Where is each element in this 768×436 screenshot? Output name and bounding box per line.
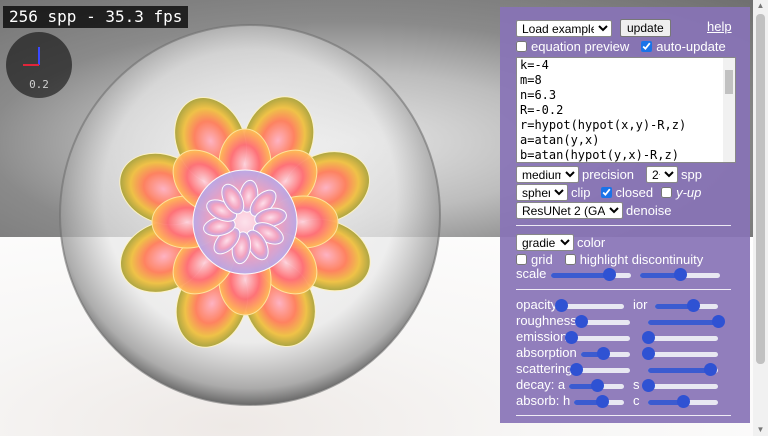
color-select[interactable]: gradient <box>516 234 574 251</box>
code-line: m=8 <box>520 73 542 87</box>
spp-label: spp <box>681 167 702 182</box>
highlight-discontinuity-checkbox[interactable] <box>564 254 576 265</box>
slider-secondary[interactable] <box>642 347 718 361</box>
code-line: R=-0.2 <box>520 103 564 117</box>
slider-secondary[interactable] <box>641 379 718 393</box>
editor-scrollbar[interactable] <box>723 58 735 162</box>
rendered-glass-sphere <box>59 24 441 406</box>
slider-secondary[interactable] <box>648 315 725 329</box>
control-panel: Load example... update help equation pre… <box>500 7 750 423</box>
slider-absorption[interactable] <box>580 347 630 361</box>
slider-secondary[interactable] <box>647 395 718 409</box>
slider-label: emission <box>516 329 568 344</box>
color-label: color <box>577 235 606 250</box>
slider-label: scattering <box>516 361 573 376</box>
gizmo-value: 0.2 <box>29 78 49 91</box>
slider-label: roughness <box>516 313 577 328</box>
scale-label: scale <box>516 266 547 281</box>
y-up-label: y-up <box>676 185 702 200</box>
scrollbar-thumb[interactable] <box>756 14 765 364</box>
closed-checkbox[interactable] <box>600 187 612 198</box>
page-scrollbar[interactable]: ▲ ▼ <box>753 0 768 436</box>
equation-editor[interactable]: k=-4 m=8 n=6.3 R=-0.2 r=hypot(hypot(x,y)-R,z… <box>516 57 736 163</box>
slider-label: absorption <box>516 345 577 360</box>
scale-slider-1[interactable] <box>551 268 631 282</box>
y-up-checkbox[interactable] <box>661 187 673 198</box>
slider-label-secondary: c <box>633 393 640 408</box>
precision-label: precision <box>582 167 635 182</box>
slider-absorb-h[interactable] <box>574 395 624 409</box>
spp-select[interactable]: 2⁴ <box>646 166 679 183</box>
code-line: k=-4 <box>520 58 549 72</box>
slider-secondary[interactable] <box>655 299 718 313</box>
slider-roughness[interactable] <box>574 315 630 329</box>
clip-select[interactable]: sphere <box>516 184 568 201</box>
highlight-discontinuity-label: highlight discontinuity <box>579 252 704 267</box>
slider-secondary[interactable] <box>642 331 718 345</box>
slider-secondary[interactable] <box>648 363 718 377</box>
slider-label: decay: a <box>516 377 566 392</box>
divider <box>516 289 731 290</box>
clip-label: clip <box>571 185 591 200</box>
code-line: n=6.3 <box>520 88 557 102</box>
equation-preview-label: equation preview <box>531 39 630 54</box>
slider-label-secondary: s <box>633 377 640 392</box>
code-line: a=atan(y,x) <box>520 133 600 147</box>
precision-select[interactable]: medium <box>516 166 579 183</box>
help-link[interactable]: help <box>707 19 732 34</box>
slider-decay-a[interactable] <box>569 379 624 393</box>
orientation-gizmo[interactable]: 0.2 <box>6 32 72 98</box>
slider-emission[interactable] <box>565 331 630 345</box>
scale-slider-2[interactable] <box>640 268 720 282</box>
slider-opacity[interactable] <box>555 299 624 313</box>
update-button[interactable]: update <box>620 19 671 37</box>
auto-update-label: auto-update <box>656 39 726 54</box>
grid-checkbox[interactable] <box>516 254 527 265</box>
auto-update-checkbox[interactable] <box>641 41 653 52</box>
code-line: r=hypot(hypot(x,y)-R,z) <box>520 118 687 132</box>
equation-preview-checkbox[interactable] <box>516 41 527 52</box>
divider <box>516 225 731 226</box>
closed-label: closed <box>615 185 654 200</box>
slider-label: opacity <box>516 297 558 312</box>
slider-scattering[interactable] <box>570 363 630 377</box>
code-line: b=atan(hypot(y,x)-R,z) <box>520 148 679 162</box>
example-select[interactable]: Load example... <box>516 19 612 37</box>
slider-label-secondary: ior <box>633 297 648 312</box>
grid-label: grid <box>531 252 553 267</box>
slider-label: absorb: h <box>516 393 571 408</box>
divider <box>516 415 731 416</box>
denoise-select[interactable]: ResUNet 2 (GAN) <box>516 202 623 219</box>
fps-counter: 256 spp - 35.3 fps <box>3 6 189 28</box>
denoise-label: denoise <box>626 203 672 218</box>
